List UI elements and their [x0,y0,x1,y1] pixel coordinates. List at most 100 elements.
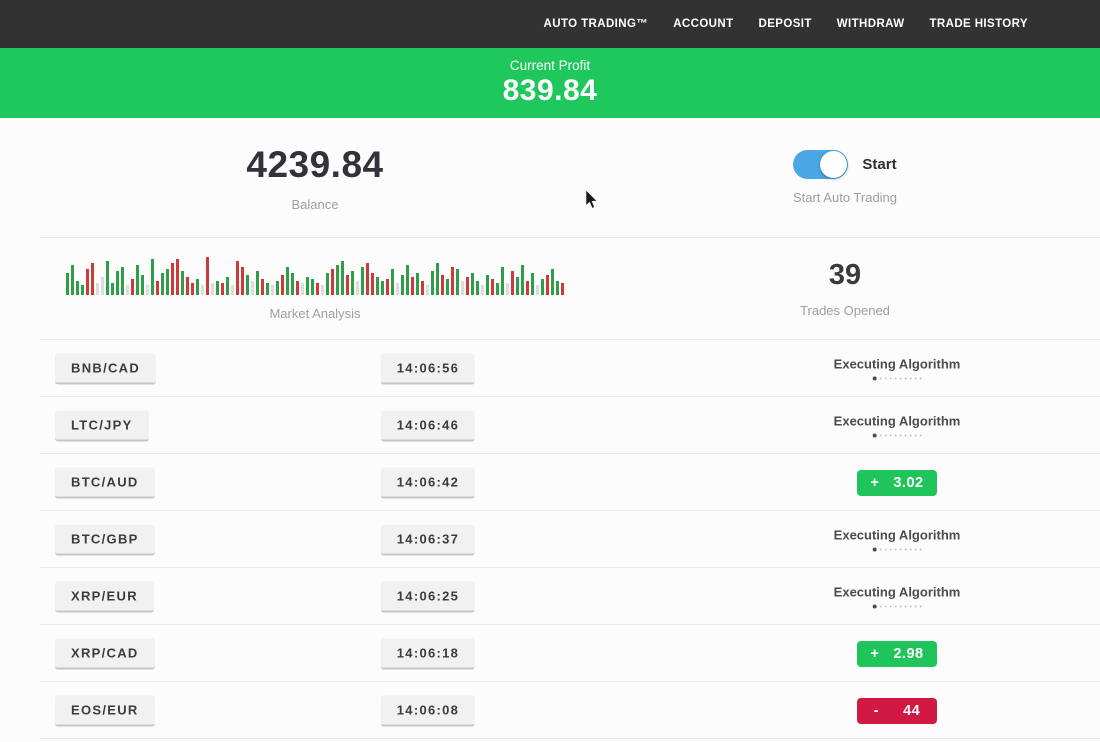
market-analysis-label: Market Analysis [269,306,360,321]
market-bar [536,285,539,295]
market-bar [456,269,459,295]
nav-item-account[interactable]: ACCOUNT [673,18,733,30]
nav-item-trade-history[interactable]: TRADE HISTORY [930,18,1029,30]
market-bar [346,275,349,295]
progress-dot [884,435,886,437]
market-bar [431,271,434,295]
nav-item-deposit[interactable]: DEPOSIT [759,18,812,30]
market-bar [126,285,129,295]
progress-dots-icon [834,376,961,381]
trades-opened-label: Trades Opened [800,303,890,318]
market-bar [201,285,204,295]
result-value: 44 [903,703,920,719]
market-bar [531,273,534,295]
progress-dot [879,549,881,551]
market-bar [156,281,159,295]
market-analysis-bars [66,257,564,295]
market-bar [426,285,429,295]
trade-row: BTC/AUD 14:06:42 +3.02 [0,454,1100,511]
market-bar [136,265,139,295]
trade-row: XRP/EUR 14:06:25 Executing Algorithm [0,568,1100,625]
progress-dot [899,606,901,608]
executing-algorithm-label: Executing Algorithm [834,527,961,542]
time-badge[interactable]: 14:06:56 [381,353,475,384]
progress-dot [894,378,896,380]
progress-dot [919,435,921,437]
market-bar [166,269,169,295]
market-bar [171,263,174,295]
market-bar [526,281,529,295]
progress-dot [919,606,921,608]
trade-status: -44 [857,698,937,724]
market-bar [406,265,409,295]
progress-dot [909,435,911,437]
time-badge[interactable]: 14:06:08 [381,695,475,726]
auto-trading-toggle[interactable] [793,150,848,179]
toggle-knob-icon [820,151,847,178]
market-bar [266,283,269,295]
market-bar [311,279,314,295]
trades-opened-value: 39 [829,259,861,292]
market-bar [366,263,369,295]
profit-banner: Current Profit 839.84 [0,48,1100,118]
pair-badge[interactable]: BNB/CAD [55,353,156,384]
time-badge[interactable]: 14:06:18 [381,638,475,669]
market-bar [446,279,449,295]
progress-dot [884,378,886,380]
market-bar [101,277,104,295]
nav-item-auto-trading[interactable]: AUTO TRADING™ [544,18,649,30]
trade-result-badge: +3.02 [857,470,937,496]
market-bar [66,273,69,295]
progress-dot [894,606,896,608]
pair-badge[interactable]: LTC/JPY [55,410,149,441]
trade-result-badge: -44 [857,698,937,724]
market-bar [371,273,374,295]
pair-badge[interactable]: BTC/AUD [55,467,155,498]
market-bar [516,277,519,295]
market-bar [256,271,259,295]
market-bar [226,277,229,295]
market-bar [291,273,294,295]
progress-dot [919,549,921,551]
pair-badge[interactable]: BTC/GBP [55,524,155,555]
time-badge[interactable]: 14:06:46 [381,410,475,441]
progress-dot [879,378,881,380]
market-bar [386,279,389,295]
market-bar [466,277,469,295]
market-bar [281,275,284,295]
progress-dot [879,606,881,608]
market-bar [251,281,254,295]
balance-block: 4239.84 Balance [0,118,630,237]
trade-status: Executing Algorithm [834,584,961,609]
trade-status: Executing Algorithm [834,356,961,381]
result-sign: + [870,646,879,662]
market-bar [306,277,309,295]
trade-row: XRP/CAD 14:06:18 +2.98 [0,625,1100,682]
market-bar [326,273,329,295]
market-bar [131,279,134,295]
market-bar [86,269,89,295]
trade-status: +3.02 [857,470,937,496]
progress-dot [884,606,886,608]
pair-badge[interactable]: XRP/CAD [55,638,155,669]
trade-status: Executing Algorithm [834,527,961,552]
market-bar [486,275,489,295]
market-bar [361,267,364,295]
executing-algorithm-label: Executing Algorithm [834,413,961,428]
time-badge[interactable]: 14:06:42 [381,467,475,498]
market-bar [221,283,224,295]
trade-status: +2.98 [857,641,937,667]
market-bar [246,275,249,295]
pair-badge[interactable]: EOS/EUR [55,695,155,726]
pair-badge[interactable]: XRP/EUR [55,581,154,612]
profit-banner-value: 839.84 [503,74,598,109]
top-nav: AUTO TRADING™ ACCOUNT DEPOSIT WITHDRAW T… [0,0,1100,48]
progress-dot [889,378,891,380]
time-badge[interactable]: 14:06:37 [381,524,475,555]
market-bar [496,283,499,295]
nav-item-withdraw[interactable]: WITHDRAW [837,18,905,30]
market-bar [121,267,124,295]
progress-dot [872,434,876,438]
market-bar [96,283,99,295]
time-badge[interactable]: 14:06:25 [381,581,475,612]
